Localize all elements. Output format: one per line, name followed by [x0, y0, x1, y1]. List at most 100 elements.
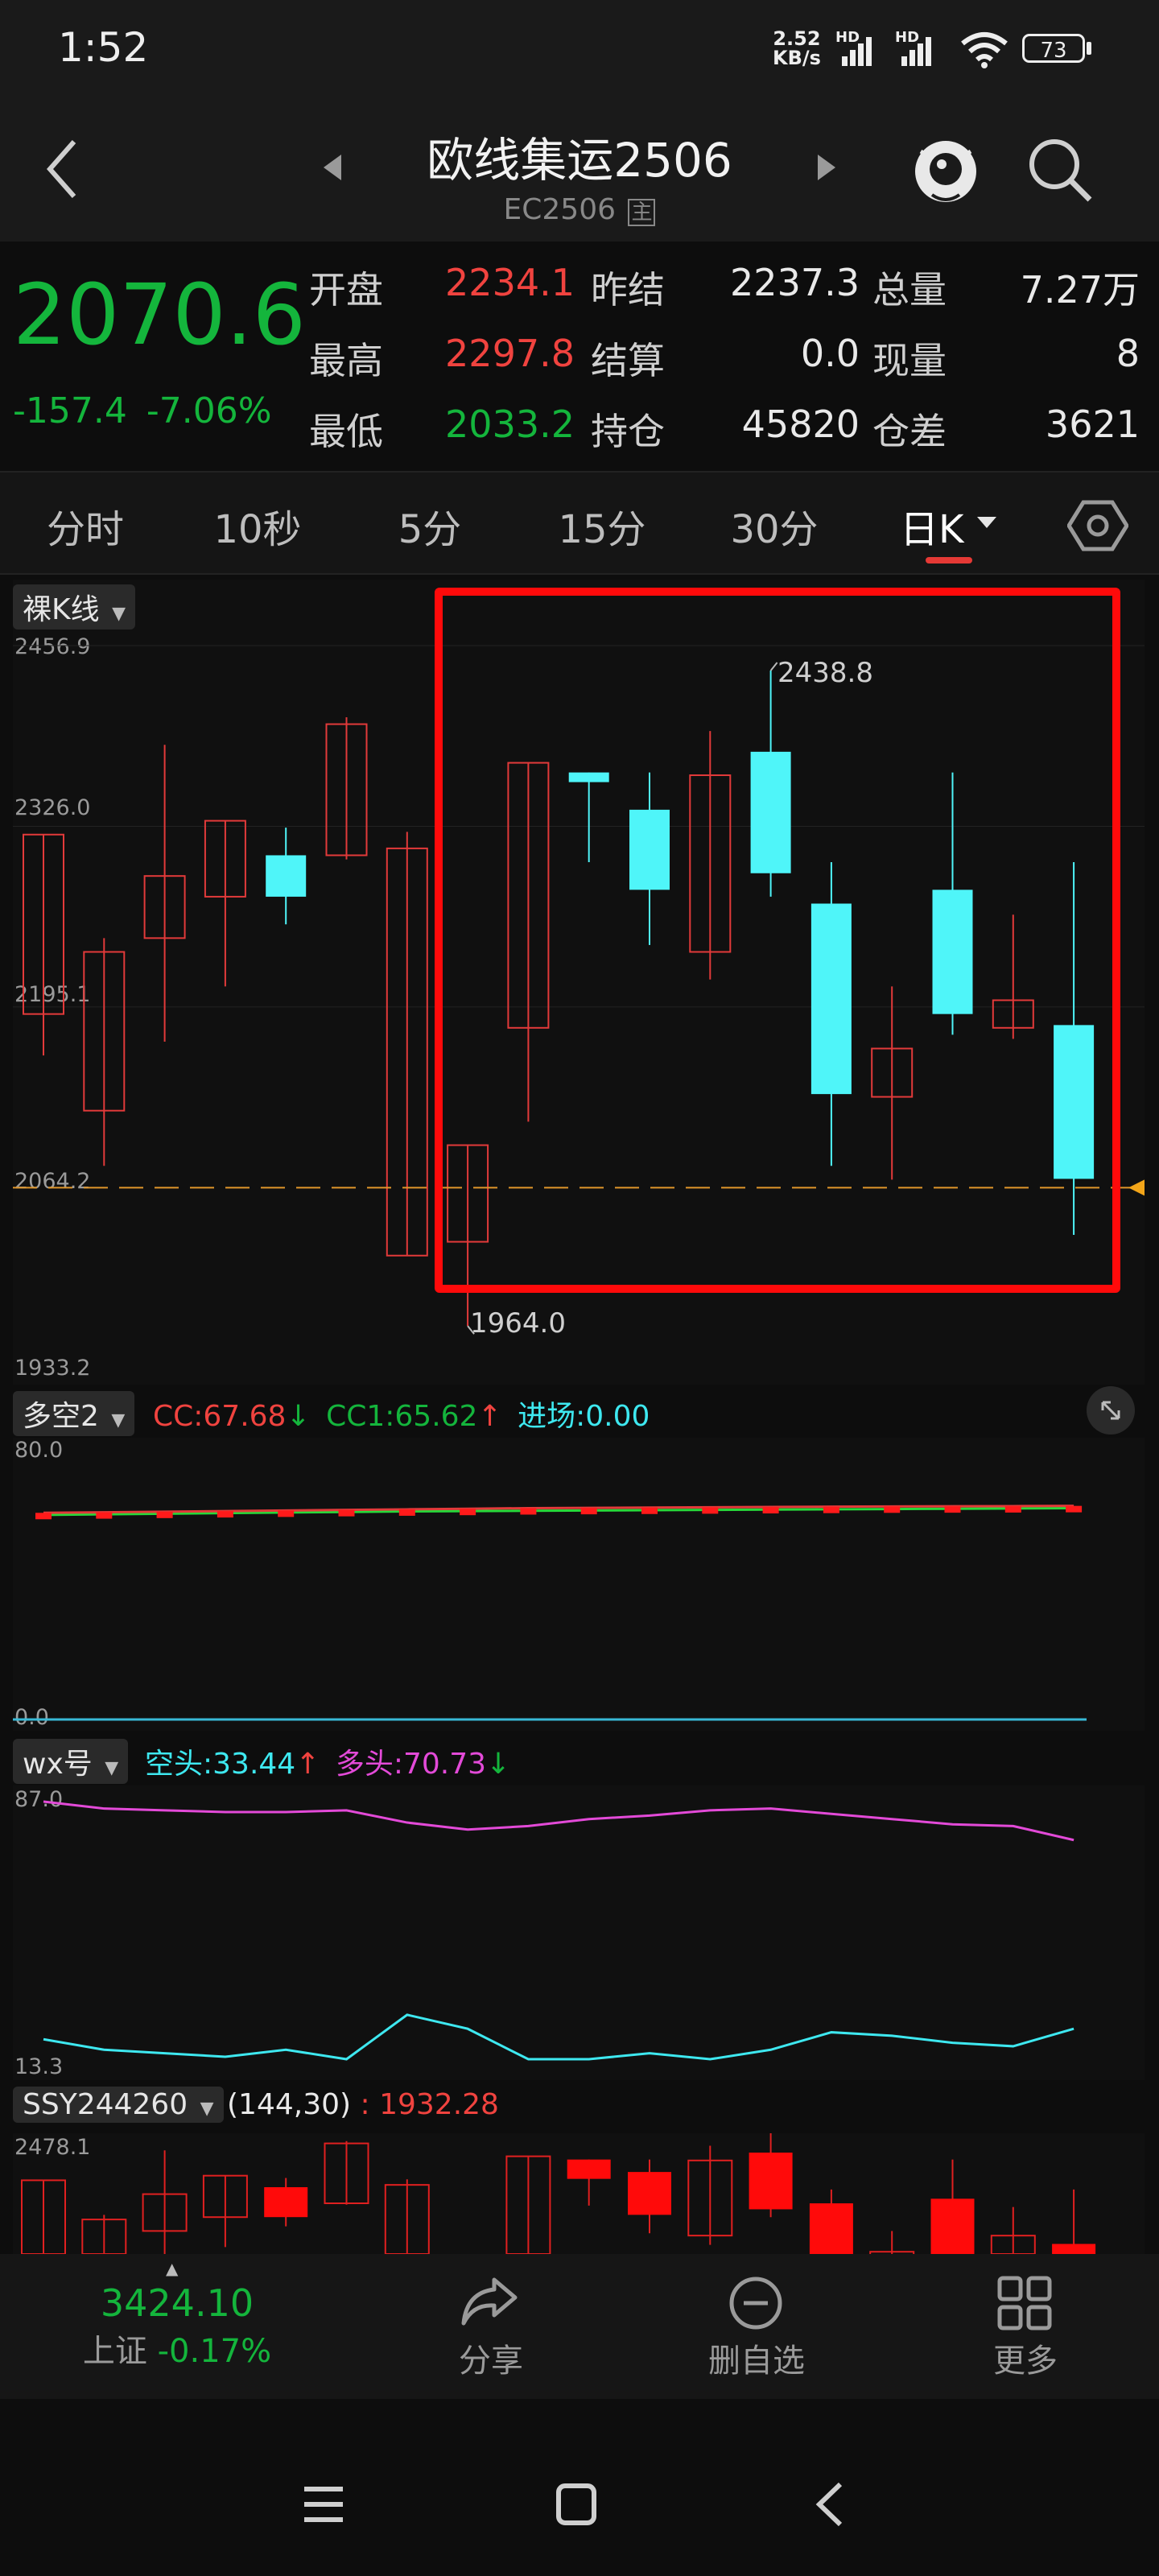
cc-bar [520, 1508, 537, 1515]
quote-label: 结算 [591, 339, 665, 382]
next-contract-icon[interactable] [815, 151, 839, 184]
indicator-1-chart [13, 1505, 1087, 1721]
indicator-2-selector[interactable]: wx号 ▼ [13, 1739, 129, 1784]
home-icon[interactable] [555, 2483, 597, 2526]
quote-label: 开盘 [309, 268, 383, 312]
cc1-arrow: ↑ [477, 1400, 502, 1433]
quote-value: 2234.1 [445, 261, 575, 304]
short-line [43, 2013, 1074, 2061]
indicator-3-values: (144,30) : 1932.28 [227, 2088, 499, 2121]
hd-label-1: HD [835, 29, 860, 46]
indicator-1-values: CC:67.68↓ CC1:65.62↑ 进场:0.00 [153, 1393, 650, 1435]
system-back-icon[interactable] [813, 2481, 845, 2528]
long-arrow: ↓ [486, 1748, 511, 1781]
network-speed: 2.52 KB/s [773, 29, 821, 68]
wifi-icon [961, 32, 1008, 68]
quote-value: 2237.3 [730, 261, 860, 304]
cc-bar [884, 1506, 901, 1513]
quote-value: 0.0 [800, 332, 860, 375]
chevron-down-icon[interactable] [975, 515, 998, 531]
chevron-down-icon: ▼ [200, 2099, 214, 2119]
more-button[interactable]: 更多 [937, 2334, 1114, 2381]
price-change-value: -157.4 [13, 390, 127, 431]
ssy-bar-down [1052, 2244, 1096, 2254]
price-change-pct: -7.06% [146, 390, 272, 431]
battery-tip [1087, 42, 1091, 55]
back-icon[interactable] [42, 137, 82, 201]
quote-label: 总量 [872, 268, 947, 312]
cc-bar [823, 1506, 839, 1513]
cc-arrow: ↓ [286, 1400, 311, 1433]
remove-watchlist-button[interactable]: 删自选 [668, 2334, 845, 2381]
share-button[interactable]: 分享 [402, 2334, 580, 2381]
contract-code-text: EC2506 [503, 193, 617, 226]
cc1-value: CC1:65.62 [326, 1400, 478, 1433]
index-ticker[interactable]: 3424.10 上证 -0.17% [80, 2281, 274, 2372]
cc-bar [944, 1506, 961, 1513]
quote-value: 3621 [1045, 402, 1140, 446]
quote-label: 持仓 [591, 410, 665, 453]
cc-bar [1004, 1505, 1021, 1513]
cc-bar [35, 1513, 52, 1520]
short-value: 空头:33.44 [145, 1748, 296, 1781]
share-icon[interactable] [459, 2275, 520, 2328]
cc-bar [641, 1507, 658, 1514]
quote-label: 最高 [309, 339, 383, 382]
cc-bar [338, 1509, 355, 1517]
tab-1[interactable]: 10秒 [193, 497, 322, 554]
quote-value: 45820 [741, 402, 860, 446]
ssy-bar-down [930, 2198, 975, 2254]
cc-bar [580, 1508, 597, 1515]
quote-value: 8 [1116, 332, 1140, 375]
last-price: 2070.6 [13, 266, 306, 364]
cc-value: CC:67.68 [153, 1400, 287, 1433]
ssy-bar-down [264, 2187, 308, 2218]
indicator-1-selector[interactable]: 多空2 ▼ [13, 1391, 135, 1436]
cc-bar [460, 1509, 476, 1516]
ssy-bar-down [567, 2159, 611, 2179]
index-info: 上证 -0.17% [80, 2325, 274, 2372]
quote-label: 仓差 [872, 410, 947, 453]
indicator-3-value: : 1932.28 [360, 2088, 499, 2121]
chevron-down-icon: ▼ [111, 1410, 126, 1430]
status-time: 1:52 [58, 24, 149, 71]
long-value: 多头:70.73 [335, 1748, 487, 1781]
active-tab-indicator [926, 557, 972, 564]
search-icon[interactable] [1024, 134, 1096, 206]
quote-value: 2033.2 [445, 402, 575, 446]
cc-bar [96, 1512, 113, 1519]
expand-icon[interactable] [1087, 1386, 1135, 1435]
indicator-3-selector[interactable]: SSY244260 ▼ [13, 2087, 224, 2123]
ssy-bar-down [809, 2203, 853, 2254]
chevron-down-icon: ▼ [105, 1758, 119, 1778]
tab-0[interactable]: 分时 [21, 497, 150, 554]
tab-4[interactable]: 30分 [710, 497, 839, 554]
entry-value: 进场:0.00 [518, 1400, 650, 1433]
mascot-icon[interactable] [909, 127, 982, 208]
quote-label: 昨结 [591, 268, 665, 312]
low-marker-label: 1964.0 [470, 1307, 566, 1340]
indicator-1-label: 多空2 [23, 1400, 99, 1433]
ssy-bar-down [749, 2153, 793, 2210]
cc-bar [762, 1507, 779, 1514]
cc-bar [278, 1510, 295, 1517]
indicator-2-values: 空头:33.44↑ 多头:70.73↓ [145, 1740, 510, 1782]
indicator-3-chart [21, 2133, 1096, 2254]
remove-watchlist-icon[interactable] [728, 2275, 784, 2331]
tab-3[interactable]: 15分 [538, 497, 666, 554]
page-title: 欧线集运2506 [427, 133, 732, 188]
indicator-3-params: (144,30) [227, 2088, 352, 2121]
main-contract-badge: 主 [628, 199, 656, 226]
cc-bar [217, 1511, 233, 1518]
contract-code: EC2506 主 [322, 193, 837, 226]
settings-icon[interactable] [1067, 497, 1128, 554]
tab-2[interactable]: 5分 [365, 497, 494, 554]
indicator-2-label: wx号 [23, 1748, 93, 1781]
expand-up-icon[interactable]: ▲ [166, 2259, 178, 2278]
current-price-marker-icon [1128, 1179, 1145, 1196]
cc-bar [702, 1507, 719, 1514]
price-change: -157.4 -7.06% [13, 390, 272, 431]
menu-icon[interactable] [301, 2484, 346, 2524]
tab-5[interactable]: 日K [900, 497, 1029, 554]
more-grid-icon[interactable] [996, 2275, 1053, 2331]
